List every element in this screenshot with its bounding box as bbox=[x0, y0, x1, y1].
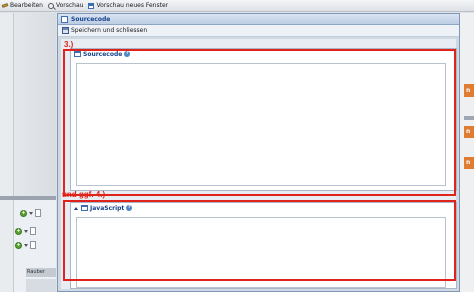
background-right-edge bbox=[460, 13, 474, 292]
annotation-label-step4: und ggf. 4.) bbox=[62, 190, 106, 199]
background-row-1: + bbox=[20, 209, 41, 217]
magnifier-icon bbox=[47, 2, 54, 9]
dialog-title: Sourcecode bbox=[71, 15, 111, 23]
add-icon[interactable]: + bbox=[15, 241, 22, 249]
background-divider bbox=[0, 196, 56, 200]
annotation-box-step3 bbox=[63, 49, 456, 196]
preview-new-window-label: Vorschau neues Fenster bbox=[96, 2, 169, 9]
background-row-3: + bbox=[15, 241, 36, 249]
preview-label: Vorschau bbox=[55, 2, 84, 9]
background-row-label: Rauber bbox=[26, 268, 56, 277]
page-icon[interactable] bbox=[30, 227, 36, 235]
annotation-box-step4 bbox=[63, 200, 456, 281]
main-toolbar: Bearbeiten Vorschau Vorschau neues Fenst… bbox=[0, 0, 474, 12]
right-divider bbox=[464, 116, 474, 120]
chevron-down-icon[interactable] bbox=[24, 229, 28, 233]
page-icon[interactable] bbox=[35, 209, 41, 217]
chevron-down-icon[interactable] bbox=[24, 243, 28, 247]
right-tab-3[interactable]: n bbox=[464, 157, 474, 169]
edit-button[interactable]: Bearbeiten bbox=[1, 2, 43, 9]
add-icon[interactable]: + bbox=[20, 209, 27, 217]
edit-label: Bearbeiten bbox=[10, 2, 43, 9]
dialog-titlebar[interactable]: Sourcecode bbox=[58, 14, 459, 25]
dialog-toolbar: Speichern und schliessen bbox=[58, 25, 459, 37]
pencil-icon bbox=[1, 3, 9, 8]
chevron-down-icon[interactable] bbox=[29, 211, 33, 215]
background-left-edge bbox=[0, 13, 14, 292]
background-column-panel bbox=[14, 13, 56, 199]
new-window-icon bbox=[88, 2, 95, 9]
save-and-close-label: Speichern und schliessen bbox=[71, 27, 148, 34]
save-icon bbox=[62, 27, 69, 34]
add-icon[interactable]: + bbox=[15, 227, 22, 235]
right-tab-1[interactable]: n bbox=[464, 84, 474, 97]
preview-new-window-button[interactable]: Vorschau neues Fenster bbox=[88, 2, 168, 9]
preview-button[interactable]: Vorschau bbox=[47, 2, 84, 9]
page-icon[interactable] bbox=[30, 241, 36, 249]
background-row-2: + bbox=[15, 227, 36, 235]
code-window-icon bbox=[61, 15, 68, 23]
right-tab-2[interactable]: n bbox=[464, 126, 474, 138]
background-row-tail bbox=[26, 279, 56, 292]
save-and-close-button[interactable]: Speichern und schliessen bbox=[62, 27, 147, 34]
annotation-label-step3: 3.) bbox=[64, 40, 74, 49]
